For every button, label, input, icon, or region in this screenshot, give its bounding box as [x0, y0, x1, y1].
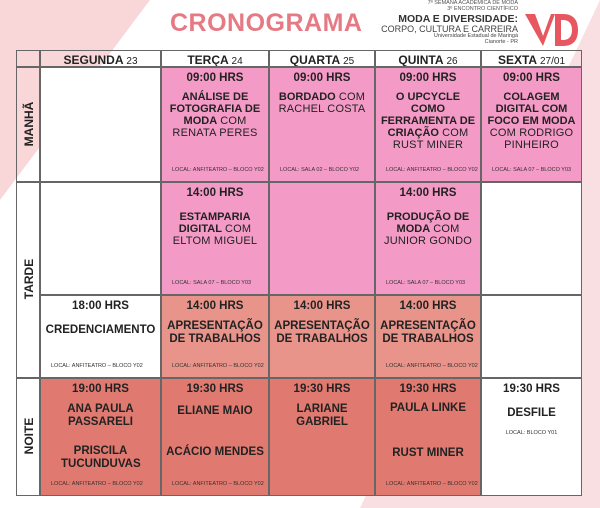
slot-time: 09:00 HRS [293, 72, 351, 84]
slot-location: LOCAL: ANFITEATRO – BLOCO Y02 [386, 481, 478, 487]
slot-quarta-noite: 19:30 HRS LARIANE GABRIEL [269, 378, 375, 496]
day-num: 27/01 [539, 56, 566, 67]
slot-location: LOCAL: ANFITEATRO – BLOCO Y02 [51, 481, 143, 487]
slot-terca-tarde: 14:00 HRS ESTAMPARIA DIGITAL COM ELTOM M… [161, 182, 269, 295]
slot-terca-manha: 09:00 HRS ANÁLISE DE FOTOGRAFIA DE MODA … [161, 67, 269, 182]
slot-terca-noite: 19:30 HRS ELIANE MAIO ACÁCIO MENDES LOCA… [161, 378, 269, 496]
activity-host: COM RODRIGO PINHEIRO [489, 127, 574, 151]
slot-location: LOCAL: SALA 07 – BLOCO Y03 [386, 280, 466, 286]
period-label-noite: NOITE [22, 417, 36, 455]
period-label-manha: MANHÃ [22, 101, 36, 147]
slot-location: LOCAL: ANFITEATRO – BLOCO Y02 [172, 481, 264, 487]
page-title: CRONOGRAMA [170, 9, 363, 37]
slot-time: 19:30 HRS [399, 383, 457, 395]
activity-title: DESFILE [507, 407, 556, 419]
slot-time: 19:30 HRS [503, 383, 560, 395]
activity-title: APRESENTAÇÃO DE TRABALHOS [380, 320, 476, 345]
slot-time: 14:00 HRS [399, 187, 457, 199]
corner-cell [16, 50, 40, 67]
activity-title: APRESENTAÇÃO DE TRABALHOS [167, 320, 263, 345]
period-label-tarde: TARDE [22, 258, 36, 300]
slot-quarta-tarde [269, 182, 375, 295]
slot-segunda-noite: 19:00 HRS ANA PAULA PASSARELI PRISCILA T… [40, 378, 161, 496]
day-num: 25 [343, 56, 355, 67]
slot-description: PRODUÇÃO DE MODA COM JUNIOR GONDO [376, 211, 480, 247]
speaker-name: ELIANE MAIO [177, 405, 253, 417]
slot-segunda-tarde-2: 18:00 HRS CREDENCIAMENTO LOCAL: ANFITEAT… [40, 295, 161, 378]
slot-time: 19:00 HRS [72, 383, 129, 395]
slot-quarta-tarde-2: 14:00 HRS APRESENTAÇÃO DE TRABALHOS [269, 295, 375, 378]
speaker-name: LARIANE GABRIEL [296, 403, 348, 428]
day-num: 23 [126, 56, 138, 67]
activity-title: BORDADO [278, 91, 336, 103]
header-segunda: SEGUNDA 23 [40, 50, 161, 67]
slot-description: ANÁLISE DE FOTOGRAFIA DE MODA COM RENATA… [162, 91, 268, 139]
slot-location: LOCAL: ANFITEATRO – BLOCO Y02 [386, 363, 478, 369]
slot-time: 09:00 HRS [399, 72, 457, 84]
schedule-grid: SEGUNDA 23 TERÇA 24 QUARTA 25 QUINTA 26 … [16, 50, 582, 498]
slot-quinta-noite: 19:30 HRS PAULA LINKE RUST MINER LOCAL: … [375, 378, 481, 496]
event-brand: 7ª SEMANA ACADÊMICA DE MODA 3º ENCONTRO … [380, 0, 518, 46]
speaker-name: RUST MINER [392, 447, 464, 459]
brand-line-6: Cianorte - PR [484, 38, 518, 45]
speaker-name: ACÁCIO MENDES [166, 446, 264, 458]
slot-location: LOCAL: BLOCO Y01 [505, 430, 558, 436]
speaker-name: PAULA LINKE [389, 402, 467, 414]
header-quinta: QUINTA 26 [375, 50, 481, 67]
header-sexta: SEXTA 27/01 [481, 50, 582, 67]
brand-line-3: MODA E DIVERSIDADE: [398, 12, 518, 25]
activity-title: COLAGEM DIGITAL COM FOCO EM MODA [487, 91, 576, 127]
slot-quinta-tarde-2: 14:00 HRS APRESENTAÇÃO DE TRABALHOS LOCA… [375, 295, 481, 378]
slot-sexta-noite: 19:30 HRS DESFILE LOCAL: BLOCO Y01 [481, 378, 582, 496]
slot-quinta-tarde: 14:00 HRS PRODUÇÃO DE MODA COM JUNIOR GO… [375, 182, 481, 295]
slot-location: LOCAL: ANFITEATRO – BLOCO Y02 [172, 167, 264, 173]
day-name: TERÇA [187, 53, 229, 67]
slot-location: LOCAL: ANFITEATRO – BLOCO Y02 [386, 167, 478, 173]
slot-location: LOCAL: ANFITEATRO – BLOCO Y02 [172, 363, 264, 369]
slot-time: 14:00 HRS [186, 187, 244, 199]
slot-terca-tarde-2: 14:00 HRS APRESENTAÇÃO DE TRABALHOS LOCA… [161, 295, 269, 378]
slot-segunda-tarde [40, 182, 161, 295]
slot-description: BORDADO COM RACHEL COSTA [270, 91, 374, 115]
activity-title: CREDENCIAMENTO [45, 324, 156, 336]
slot-time: 14:00 HRS [399, 300, 457, 312]
day-name: QUARTA [289, 53, 340, 67]
event-logo-icon [525, 14, 578, 46]
header-quarta: QUARTA 25 [269, 50, 375, 67]
slot-sexta-tarde-2 [481, 295, 582, 378]
period-manha: MANHÃ [16, 67, 40, 182]
slot-quarta-manha: 09:00 HRS BORDADO COM RACHEL COSTA LOCAL… [269, 67, 375, 182]
slot-sexta-tarde [481, 182, 582, 295]
slot-quinta-manha: 09:00 HRS O UPCYCLE COMO FERRAMENTA DE C… [375, 67, 481, 182]
slot-time: 09:00 HRS [503, 72, 560, 84]
slot-time: 14:00 HRS [186, 300, 244, 312]
period-noite: NOITE [16, 378, 40, 496]
brand-line-2: 3º ENCONTRO CIENTÍFICO [447, 5, 518, 12]
activity-title: APRESENTAÇÃO DE TRABALHOS [274, 320, 370, 345]
period-tarde: TARDE [16, 182, 40, 378]
header-terca: TERÇA 24 [161, 50, 269, 67]
slot-location: LOCAL: ANFITEATRO – BLOCO Y02 [51, 363, 143, 369]
slot-sexta-manha: 09:00 HRS COLAGEM DIGITAL COM FOCO EM MO… [481, 67, 582, 182]
slot-location: LOCAL: SALA 07 – BLOCO Y03 [492, 167, 572, 173]
slot-segunda-manha [40, 67, 161, 182]
slot-time: 14:00 HRS [293, 300, 351, 312]
day-name: SEGUNDA [63, 53, 124, 67]
slot-location: LOCAL: SALA 02 – BLOCO Y02 [280, 167, 360, 173]
slot-description: ESTAMPARIA DIGITAL COM ELTOM MIGUEL [162, 211, 268, 247]
slot-description: O UPCYCLE COMO FERRAMENTA DE CRIAÇÃO COM… [376, 91, 480, 151]
day-num: 24 [231, 56, 243, 67]
slot-description: COLAGEM DIGITAL COM FOCO EM MODA COM ROD… [482, 91, 581, 151]
activity-title: ANÁLISE DE FOTOGRAFIA DE MODA [169, 91, 261, 127]
speaker-name: ANA PAULA PASSARELI [67, 403, 134, 428]
slot-time: 19:30 HRS [186, 383, 244, 395]
day-name: SEXTA [497, 53, 537, 67]
slot-time: 19:30 HRS [293, 383, 351, 395]
slot-time: 09:00 HRS [186, 72, 244, 84]
day-name: QUINTA [398, 53, 444, 67]
day-num: 26 [446, 56, 458, 67]
speaker-name: PRISCILA TUCUNDUVAS [61, 445, 141, 470]
slot-location: LOCAL: SALA 07 – BLOCO Y03 [172, 280, 252, 286]
slot-time: 18:00 HRS [72, 300, 129, 312]
